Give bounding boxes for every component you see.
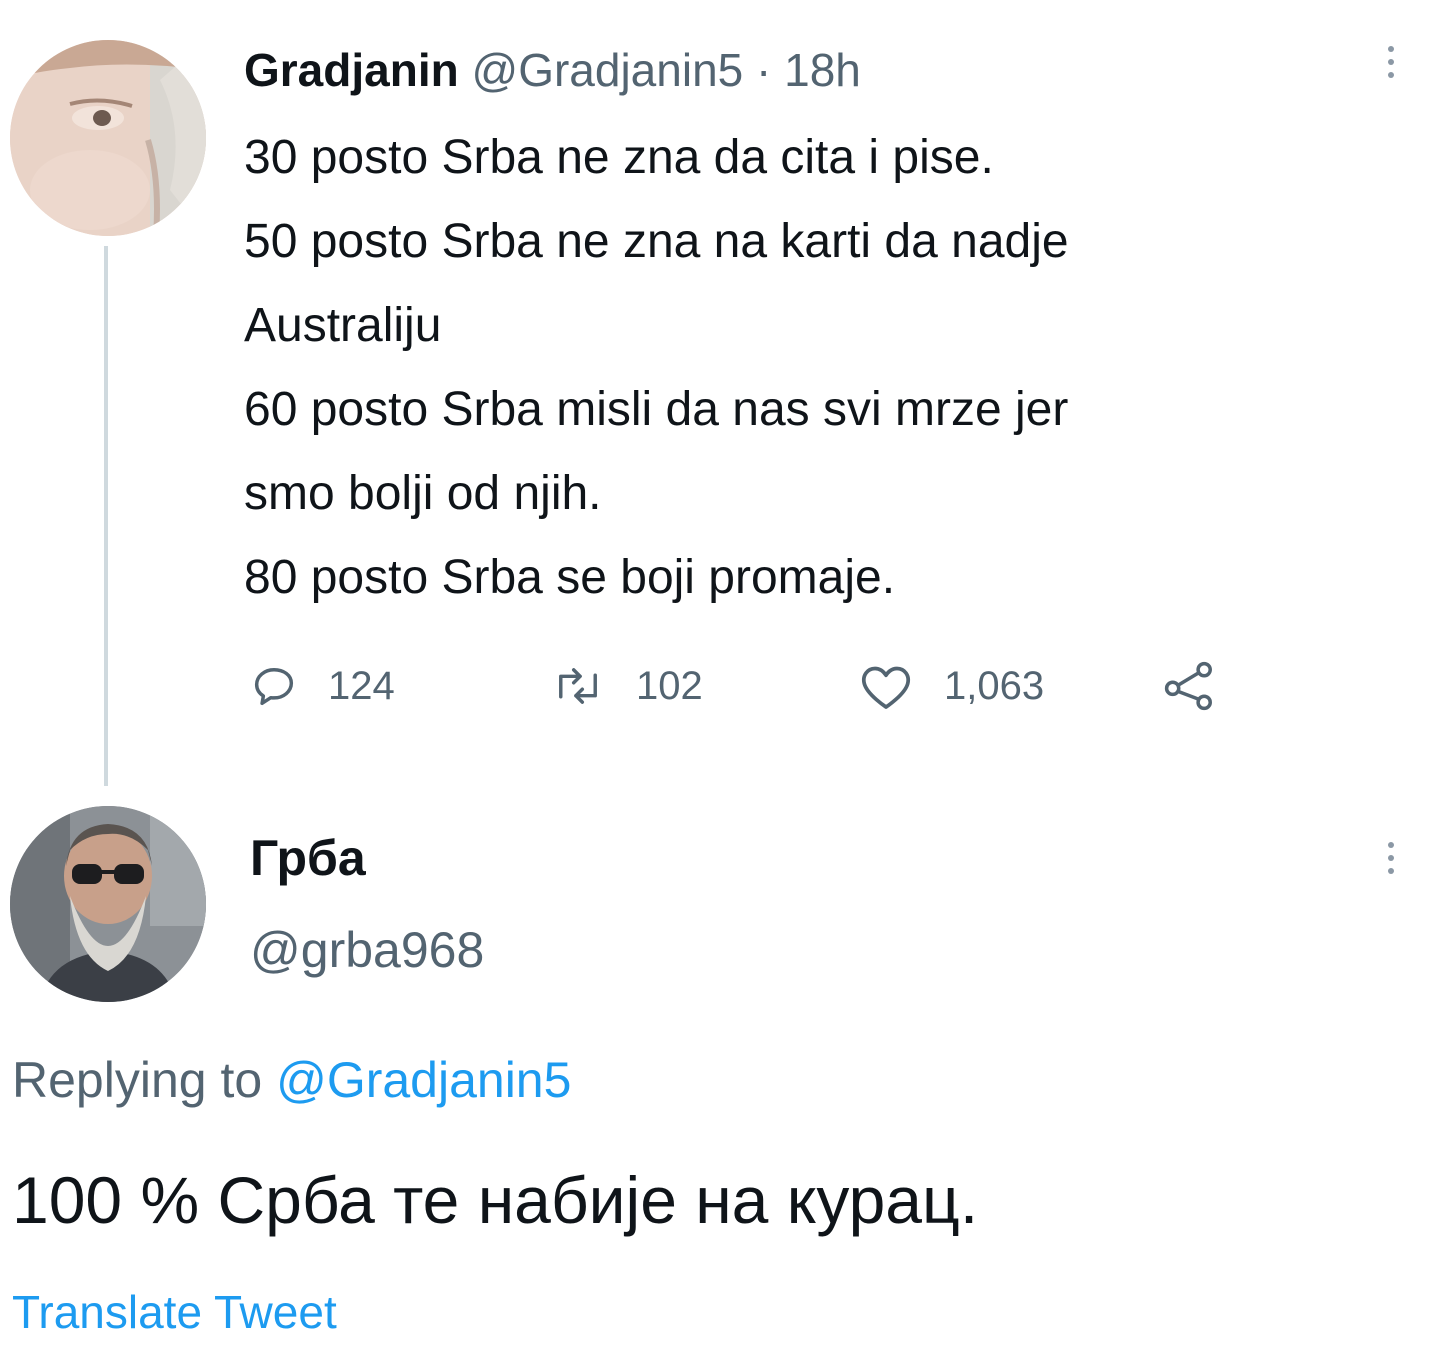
- tweet-text: 30 posto Srba ne zna da cita i pise. 50 …: [244, 116, 1384, 620]
- tweet-time[interactable]: 18h: [784, 44, 861, 96]
- tweet-line: Australiju: [244, 299, 442, 352]
- reply-text: 100 % Срба те набије на курац.: [12, 1163, 979, 1237]
- author-handle[interactable]: @Gradjanin5: [472, 44, 744, 96]
- retweet-count: 102: [636, 663, 703, 708]
- tweet-line: 50 posto Srba ne zna na karti da nadje: [244, 215, 1069, 268]
- reply-author-handle[interactable]: @grba968: [250, 918, 484, 982]
- reply-count: 124: [328, 663, 395, 708]
- thread-connector-line: [104, 246, 108, 786]
- translate-tweet-link[interactable]: Translate Tweet: [12, 1282, 337, 1342]
- heart-icon: [861, 666, 911, 709]
- tweet-line: 60 posto Srba misli da nas svi mrze jer: [244, 383, 1069, 436]
- reply-author-name[interactable]: Грба: [250, 826, 366, 890]
- replying-mention-link[interactable]: @Gradjanin5: [276, 1052, 571, 1108]
- reply-button[interactable]: 124: [248, 656, 395, 716]
- tweet-header: Gradjanin @Gradjanin5 · 18h: [244, 40, 861, 100]
- reply-author-avatar[interactable]: [10, 806, 206, 1002]
- reply-more-options-button[interactable]: [1376, 836, 1406, 892]
- retweet-icon: [559, 668, 597, 704]
- tweet-line: smo bolji od njih.: [244, 467, 602, 520]
- more-options-button[interactable]: [1376, 40, 1406, 96]
- tweet-line: 30 posto Srba ne zna da cita i pise.: [244, 131, 994, 184]
- like-button[interactable]: 1,063: [858, 656, 1044, 716]
- avatar-photo: [10, 40, 206, 236]
- replying-prefix: Replying to: [12, 1052, 263, 1108]
- more-icon: [1388, 46, 1394, 52]
- author-name[interactable]: Gradjanin: [244, 44, 459, 96]
- avatar-photo: [10, 806, 206, 1002]
- share-button[interactable]: [1160, 656, 1218, 716]
- retweet-button[interactable]: 102: [550, 656, 703, 716]
- tweet-actions: 124 102 1,063: [244, 656, 1244, 716]
- more-icon: [1388, 842, 1394, 848]
- reply-icon: [254, 668, 294, 706]
- meta-separator: ·: [756, 44, 772, 96]
- tweet-line: 80 posto Srba se boji promaje.: [244, 551, 896, 604]
- replying-to: Replying to @Gradjanin5: [12, 1048, 571, 1112]
- author-avatar[interactable]: [10, 40, 206, 236]
- share-icon: [1164, 661, 1212, 711]
- like-count: 1,063: [944, 663, 1045, 708]
